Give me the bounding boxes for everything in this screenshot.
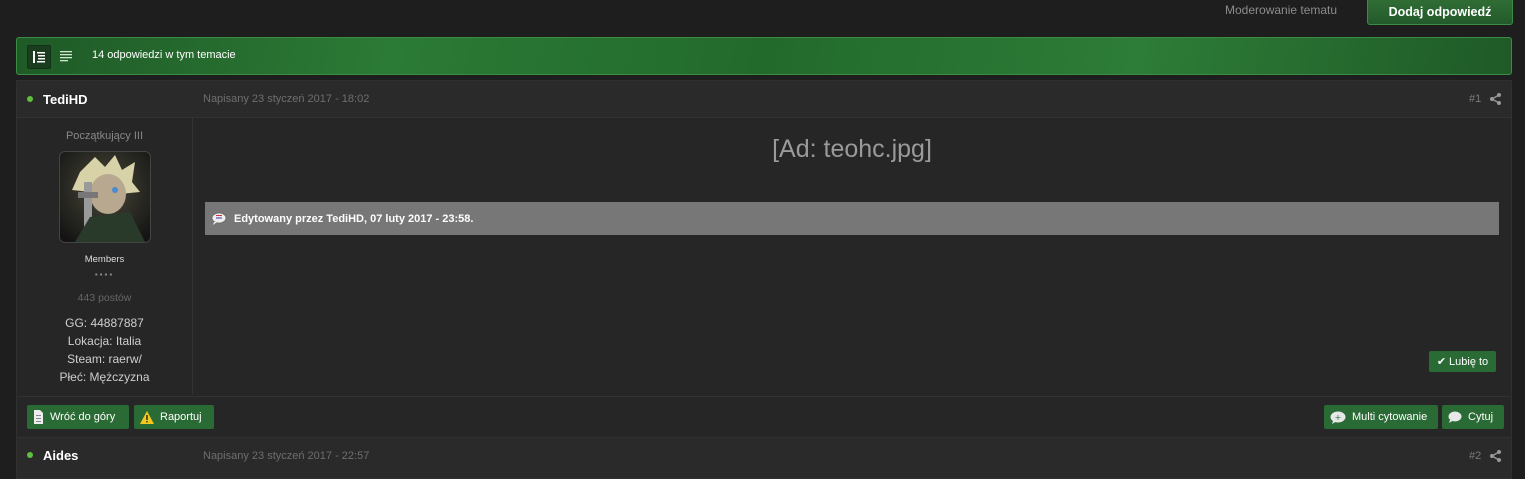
post-content: [Ad: teohc.jpg] Edytowany przez TediHD, … (193, 118, 1511, 395)
online-status-icon (27, 96, 33, 102)
online-status-icon (27, 452, 33, 458)
list-view-button[interactable] (55, 45, 77, 67)
share-icon[interactable] (1490, 93, 1501, 105)
report-button[interactable]: Raportuj (134, 405, 214, 429)
avatar[interactable] (59, 151, 151, 243)
field-location: Lokacja: Italia (67, 334, 142, 348)
reputation-pips: ▪▪▪▪ (94, 270, 115, 279)
multi-quote-label: Multi cytowanie (1352, 411, 1428, 423)
field-gender: Płeć: Mężczyzna (59, 370, 150, 384)
post-author-name[interactable]: Aides (43, 448, 78, 463)
page-icon (34, 410, 43, 424)
member-group: Members (84, 254, 125, 265)
topic-info-strip: 14 odpowiedzi w tym temacie (16, 37, 1512, 75)
post-header: TediHD Napisany 23 styczeń 2017 - 18:02 … (17, 81, 1511, 118)
quote-button[interactable]: Cytuj (1442, 405, 1504, 429)
member-rank: Początkujący III (65, 130, 144, 142)
post-date: Napisany 23 styczeń 2017 - 18:02 (203, 93, 370, 105)
svg-text:+: + (1335, 413, 1342, 422)
threaded-view-button[interactable] (27, 45, 51, 69)
moderate-topic-link[interactable]: Moderowanie tematu (1225, 3, 1337, 17)
threaded-view-icon (33, 51, 45, 63)
topic-top-bar: Moderowanie tematu Dodaj odpowiedź (0, 0, 1525, 36)
like-button[interactable]: ✔ Lubię to (1429, 351, 1496, 372)
multi-quote-button[interactable]: + Multi cytowanie (1324, 405, 1438, 429)
field-steam: Steam: raerw/ (67, 352, 142, 366)
ad-placeholder: [Ad: teohc.jpg] (772, 135, 932, 163)
field-gg: GG: 44887887 (65, 316, 144, 330)
add-reply-button[interactable]: Dodaj odpowiedź (1367, 0, 1513, 25)
member-post-count: 443 postów (77, 292, 132, 304)
post-number-link[interactable]: #1 (1469, 93, 1481, 105)
replies-count-text: 14 odpowiedzi w tym temacie (92, 49, 236, 61)
share-icon[interactable] (1490, 450, 1501, 462)
multi-quote-icon: + (1330, 411, 1346, 424)
list-view-icon (60, 51, 72, 62)
post-footer: Wróć do góry Raportuj + Multi cytowanie (17, 396, 1511, 438)
edit-notice-text: Edytowany przez TediHD, 07 luty 2017 - 2… (234, 212, 474, 225)
post-author-name[interactable]: TediHD (43, 92, 88, 107)
avatar-image (60, 152, 150, 242)
post-2: Aides Napisany 23 styczeń 2017 - 22:57 #… (16, 437, 1512, 479)
back-to-top-label: Wróć do góry (50, 411, 116, 423)
like-label: Lubię to (1449, 355, 1489, 368)
post-1: TediHD Napisany 23 styczeń 2017 - 18:02 … (16, 80, 1512, 438)
warning-icon (140, 410, 154, 424)
edit-note-icon (211, 212, 227, 225)
post-date: Napisany 23 styczeń 2017 - 22:57 (203, 450, 370, 462)
quote-icon (1448, 411, 1462, 423)
quote-label: Cytuj (1468, 411, 1494, 423)
post-number-link[interactable]: #2 (1469, 450, 1481, 462)
back-to-top-button[interactable]: Wróć do góry (27, 405, 129, 429)
edit-notice: Edytowany przez TediHD, 07 luty 2017 - 2… (205, 202, 1499, 235)
author-sidebar: Początkujący III Members ▪▪▪▪ 443 postów… (17, 118, 193, 395)
check-icon: ✔ (1436, 356, 1447, 368)
report-label: Raportuj (160, 411, 202, 423)
